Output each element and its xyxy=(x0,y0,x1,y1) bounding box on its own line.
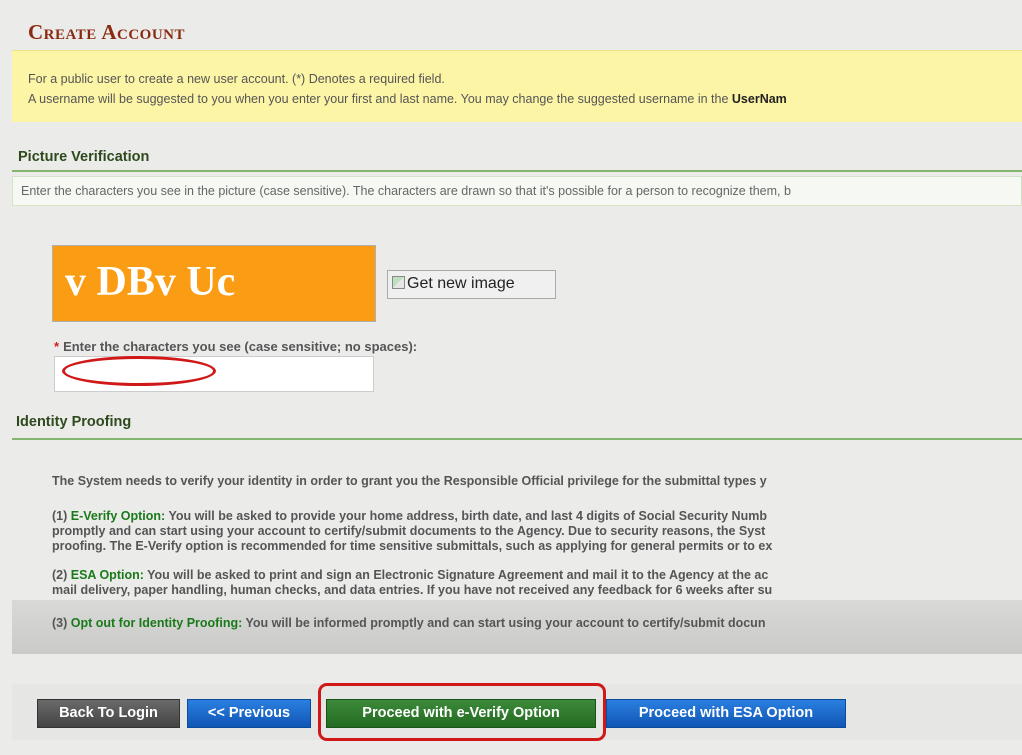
everify-line-3: proofing. The E-Verify option is recomme… xyxy=(52,539,773,553)
everify-prefix: (1) xyxy=(52,509,71,523)
esa-option-title: ESA Option: xyxy=(70,568,144,582)
everify-button-highlight xyxy=(318,683,606,741)
info-box: For a public user to create a new user a… xyxy=(12,50,1022,122)
page-title: Create Account xyxy=(28,20,185,44)
everify-option-title: E-Verify Option: xyxy=(70,509,166,523)
esa-line-1-text: You will be asked to print and sign an E… xyxy=(143,568,769,582)
proceed-esa-button[interactable]: Proceed with ESA Option xyxy=(606,699,846,728)
everify-line-1: (1) E-Verify Option: You will be asked t… xyxy=(52,509,1022,524)
info-username-field-name: UserNam xyxy=(731,92,787,106)
esa-option-description: (2) ESA Option: You will be asked to pri… xyxy=(52,568,1022,598)
info-line-2: A username will be suggested to you when… xyxy=(28,89,1022,109)
captcha-input-label: * Enter the characters you see (case sens… xyxy=(54,339,417,354)
info-line-2-text: A username will be suggested to you when… xyxy=(28,92,732,106)
captcha-image: v DBv Uc xyxy=(52,245,376,322)
get-new-image-button[interactable]: Get new image xyxy=(387,270,556,299)
info-line-1: For a public user to create a new user a… xyxy=(28,72,445,86)
previous-button[interactable]: << Previous xyxy=(187,699,311,728)
optout-option-title: Opt out for Identity Proofing: xyxy=(70,616,243,630)
everify-option-description: (1) E-Verify Option: You will be asked t… xyxy=(52,509,1022,554)
esa-line-1: (2) ESA Option: You will be asked to pri… xyxy=(52,568,1022,583)
captcha-input-label-text: Enter the characters you see (case sensi… xyxy=(63,339,418,354)
back-to-login-button[interactable]: Back To Login xyxy=(37,699,180,728)
broken-image-icon xyxy=(392,276,405,289)
optout-prefix: (3) xyxy=(52,616,71,630)
optout-option-description: (3) Opt out for Identity Proofing: You w… xyxy=(52,616,1022,631)
identity-proofing-heading: Identity Proofing xyxy=(12,412,1022,440)
identity-proofing-intro: The System needs to verify your identity… xyxy=(52,474,767,488)
optout-line-text: You will be informed promptly and can st… xyxy=(242,616,766,630)
required-asterisk: * xyxy=(54,339,60,354)
picture-verification-heading: Picture Verification xyxy=(12,146,1022,172)
captcha-instructions: Enter the characters you see in the pict… xyxy=(12,176,1022,206)
everify-line-2: promptly and can start using your accoun… xyxy=(52,524,766,538)
captcha-text: v DBv Uc xyxy=(65,259,236,305)
everify-line-1-text: You will be asked to provide your home a… xyxy=(165,509,767,523)
esa-prefix: (2) xyxy=(52,568,71,582)
captcha-input-highlight xyxy=(62,356,216,386)
get-new-image-label: Get new image xyxy=(407,275,515,292)
esa-line-2: mail delivery, paper handling, human che… xyxy=(52,583,773,597)
